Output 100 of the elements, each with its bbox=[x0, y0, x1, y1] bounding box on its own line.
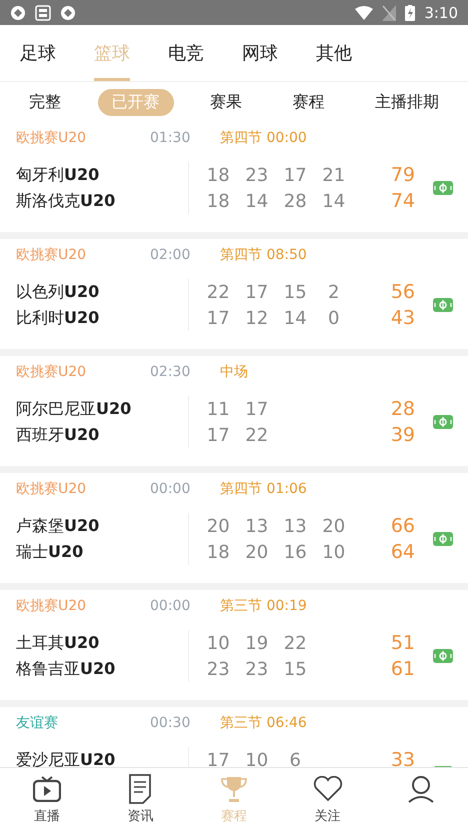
quarter-score: 19 bbox=[244, 632, 270, 654]
match-status: 第四节 00:00 bbox=[220, 129, 307, 147]
total-score: 51 bbox=[390, 632, 415, 654]
match-card[interactable]: 欧挑赛U20 01:30 第四节 00:00 匈牙利U20 18 23 17 21 79 斯洛伐克U20 18 14 28 14 74 bbox=[0, 122, 468, 232]
quarter-score: 23 bbox=[244, 164, 270, 186]
match-card[interactable]: 欧挑赛U20 00:00 第三节 00:19 土耳其U20 10 19 22 51 格鲁吉亚U20 23 23 15 61 bbox=[0, 590, 468, 700]
total-score: 64 bbox=[390, 541, 415, 563]
total-score: 79 bbox=[390, 164, 415, 186]
quarter-score: 0 bbox=[327, 308, 340, 328]
total-score: 56 bbox=[390, 281, 415, 303]
team-name: 土耳其U20 bbox=[15, 632, 100, 654]
battery-icon bbox=[405, 4, 416, 20]
tv-icon bbox=[32, 776, 61, 802]
quarter-score: 10 bbox=[206, 632, 231, 654]
match-time: 02:30 bbox=[150, 364, 192, 380]
league-name: 欧挑赛U20 bbox=[16, 363, 88, 381]
match-status: 第四节 01:06 bbox=[220, 480, 307, 498]
app-icon bbox=[10, 4, 26, 20]
quarter-score: 16 bbox=[282, 542, 308, 562]
match-card[interactable]: 欧挑赛U20 02:00 第四节 08:50 以色列U20 22 17 15 2 56 比利时U20 17 12 14 0 43 bbox=[0, 239, 468, 349]
league-name: 欧挑赛U20 bbox=[16, 129, 88, 147]
team-name: 匈牙利U20 bbox=[15, 164, 100, 186]
match-time: 02:00 bbox=[150, 247, 192, 263]
league-name: 欧挑赛U20 bbox=[16, 246, 88, 264]
quarter-score: 14 bbox=[321, 190, 346, 212]
team-name: 西班牙U20 bbox=[15, 424, 100, 446]
quarter-score: 17 bbox=[206, 424, 231, 446]
team-name: 以色列U20 bbox=[15, 282, 100, 302]
status-time: 3:10 bbox=[424, 4, 458, 22]
sport-tab[interactable]: 电竞 bbox=[168, 25, 204, 81]
league-name: 友谊赛 bbox=[16, 714, 59, 732]
quarter-score: 17 bbox=[244, 282, 270, 302]
league-name: 欧挑赛U20 bbox=[16, 597, 88, 615]
match-time: 00:30 bbox=[150, 715, 192, 731]
team-name: 比利时U20 bbox=[15, 308, 100, 328]
sport-tab[interactable]: 足球 bbox=[20, 25, 56, 81]
quarter-score: 18 bbox=[206, 190, 231, 212]
filter-tab[interactable]: 赛程 bbox=[278, 88, 338, 116]
field-icon[interactable] bbox=[433, 649, 453, 663]
app-icon bbox=[60, 4, 76, 20]
field-icon[interactable] bbox=[433, 181, 453, 195]
league-name: 欧挑赛U20 bbox=[16, 480, 88, 498]
nav-tab[interactable]: 资讯 bbox=[94, 768, 188, 832]
team-name: 斯洛伐克U20 bbox=[15, 190, 116, 212]
quarter-score: 11 bbox=[206, 398, 231, 420]
quarter-score: 23 bbox=[244, 658, 270, 680]
field-icon[interactable] bbox=[433, 298, 453, 312]
wifi-icon bbox=[355, 6, 374, 20]
quarter-score: 15 bbox=[282, 282, 308, 302]
total-score: 33 bbox=[390, 749, 415, 767]
filter-tab[interactable]: 主播排期 bbox=[360, 88, 453, 116]
team-name: 阿尔巴尼亚U20 bbox=[15, 398, 132, 420]
total-score: 39 bbox=[390, 424, 415, 446]
quarter-score: 17 bbox=[244, 398, 270, 420]
match-status: 第三节 06:46 bbox=[220, 714, 307, 732]
nav-tab[interactable]: 直播 bbox=[0, 768, 94, 832]
quarter-score: 10 bbox=[321, 542, 346, 562]
quarter-score: 22 bbox=[244, 424, 270, 446]
quarter-score: 17 bbox=[206, 750, 231, 767]
quarter-score: 23 bbox=[206, 658, 231, 680]
quarter-score: 20 bbox=[206, 516, 231, 536]
total-score: 28 bbox=[390, 398, 415, 420]
quarter-score: 13 bbox=[244, 516, 270, 536]
match-card[interactable]: 欧挑赛U20 00:00 第四节 01:06 卢森堡U20 20 13 13 20 66 瑞士U20 18 20 16 10 64 bbox=[0, 473, 468, 583]
match-status: 第四节 08:50 bbox=[220, 246, 307, 264]
team-name: 格鲁吉亚U20 bbox=[15, 658, 116, 680]
quarter-score: 10 bbox=[244, 750, 270, 767]
team-name: 爱沙尼亚U20 bbox=[15, 750, 116, 767]
match-status: 中场 bbox=[220, 363, 248, 381]
quarter-score: 20 bbox=[244, 542, 270, 562]
quarter-score: 20 bbox=[321, 516, 346, 536]
quarter-score: 14 bbox=[282, 308, 308, 328]
total-score: 43 bbox=[390, 307, 415, 329]
team-name: 瑞士U20 bbox=[15, 542, 84, 562]
match-time: 01:30 bbox=[150, 130, 192, 146]
quarter-score: 13 bbox=[282, 516, 308, 536]
field-icon[interactable] bbox=[433, 415, 453, 429]
filter-tab[interactable]: 赛果 bbox=[196, 88, 256, 116]
field-icon[interactable] bbox=[433, 532, 453, 546]
match-status: 第三节 00:19 bbox=[220, 597, 307, 615]
heart-icon bbox=[312, 776, 343, 802]
app-icon bbox=[35, 4, 51, 20]
quarter-score: 28 bbox=[282, 190, 308, 212]
document-icon bbox=[128, 774, 152, 804]
match-time: 00:00 bbox=[150, 481, 192, 497]
total-score: 66 bbox=[390, 515, 415, 537]
quarter-score: 17 bbox=[282, 164, 308, 186]
sport-tab[interactable]: 其他 bbox=[316, 25, 352, 81]
match-card[interactable]: 欧挑赛U20 02:30 中场 阿尔巴尼亚U20 11 17 28 西班牙U20 17 22 39 bbox=[0, 356, 468, 466]
match-time: 00:00 bbox=[150, 598, 192, 614]
quarter-score: 21 bbox=[321, 164, 346, 186]
nav-tab[interactable]: 关注 bbox=[280, 768, 374, 832]
person-icon bbox=[407, 775, 436, 803]
quarter-score: 12 bbox=[244, 308, 270, 328]
sport-tab[interactable]: 网球 bbox=[242, 25, 278, 81]
match-card[interactable]: 友谊赛 00:30 第三节 06:46 爱沙尼亚U20 17 10 6 33 bbox=[0, 707, 468, 767]
filter-tab[interactable]: 完整 bbox=[15, 88, 76, 116]
total-score: 61 bbox=[390, 658, 415, 680]
quarter-score: 14 bbox=[244, 190, 270, 212]
quarter-score: 15 bbox=[282, 658, 308, 680]
